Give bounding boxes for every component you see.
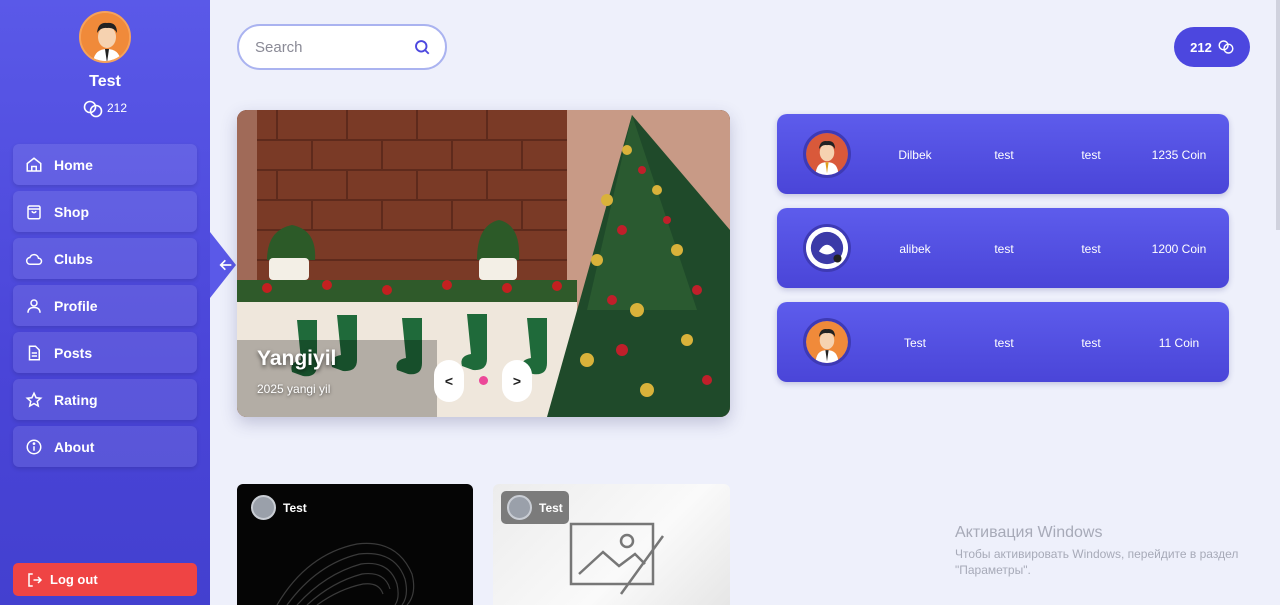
coin-balance-badge[interactable]: 212 [1174,27,1250,67]
coin-balance-value: 212 [1190,39,1212,55]
leaderboard-coins: 1200 Coin [1151,242,1207,256]
sidebar-item-label: Clubs [54,250,93,267]
leaderboard-name: alibek [899,242,931,256]
shopping-bag-icon [25,203,43,221]
cloud-icon [25,250,43,268]
post-author-name: Test [539,500,563,515]
post-author[interactable]: Test [245,491,313,524]
leaderboard-row[interactable]: Test test test 11 Coin [777,302,1229,382]
leaderboard-coins: 1235 Coin [1151,148,1207,162]
sidebar-item-rating[interactable]: Rating [13,379,197,420]
search-bar [237,24,447,70]
sidebar-item-label: Home [54,156,93,173]
search-input[interactable] [255,38,405,56]
sidebar-item-shop[interactable]: Shop [13,191,197,232]
sidebar-item-label: Posts [54,344,93,361]
leaderboard-col2: test [994,148,1014,162]
sidebar-item-profile[interactable]: Profile [13,285,197,326]
leaderboard-row[interactable]: Dilbek test test 1235 Coin [777,114,1229,194]
windows-activation-text: Чтобы активировать Windows, перейдите в … [955,547,1239,577]
avatar [803,224,851,272]
leaderboard-name: Test [903,336,926,350]
sidebar: Test 212 Home Shop Clubs Profile Posts R… [0,0,210,605]
logout-button[interactable]: Log out [13,563,197,596]
document-icon [25,344,43,362]
banner-carousel: Yangiyil 2025 yangi yil < > [237,110,730,417]
leaderboard-col3: test [1081,148,1101,162]
avatar[interactable] [79,11,131,63]
post-card[interactable]: Test [237,484,473,605]
sidebar-item-clubs[interactable]: Clubs [13,238,197,279]
scrollbar[interactable] [1276,0,1280,230]
sidebar-item-posts[interactable]: Posts [13,332,197,373]
user-icon [25,297,43,315]
carousel-next-button[interactable]: > [502,360,532,402]
home-icon [25,156,43,174]
user-coins: 212 [0,100,210,118]
logout-label: Log out [50,572,98,587]
banner-title: Yangiyil [257,347,337,370]
banner-subtitle: 2025 yangi yil [257,382,331,396]
post-author[interactable]: Test [501,491,569,524]
search-icon[interactable] [413,38,431,56]
post-card[interactable]: Test [493,484,730,605]
carousel-indicator[interactable] [479,376,488,385]
leaderboard-col2: test [994,336,1014,350]
post-author-name: Test [283,500,307,515]
leaderboard-coins: 11 Coin [1158,336,1200,350]
star-icon [25,390,43,409]
leaderboard-col3: test [1081,336,1101,350]
arrow-left-icon[interactable] [218,257,234,273]
coins-icon [83,100,103,118]
avatar [251,495,276,520]
leaderboard-row[interactable]: alibek test test 1200 Coin [777,208,1229,288]
leaderboard-col3: test [1081,242,1101,256]
coins-icon [1218,40,1234,54]
leaderboard-col2: test [994,242,1014,256]
carousel-prev-button[interactable]: < [434,360,464,402]
avatar [507,495,532,520]
sidebar-item-about[interactable]: About [13,426,197,467]
sidebar-nav: Home Shop Clubs Profile Posts Rating Abo… [13,144,197,473]
logout-icon [26,571,44,589]
windows-activation-title: Активация Windows [955,524,1103,541]
leaderboard-name: Dilbek [898,148,932,162]
info-icon [25,438,43,456]
sidebar-item-label: Shop [54,203,89,220]
sidebar-item-home[interactable]: Home [13,144,197,185]
user-name: Test [89,73,121,90]
avatar [803,130,851,178]
avatar [803,318,851,366]
sidebar-item-label: Profile [54,297,98,314]
sidebar-item-label: About [54,438,95,455]
sidebar-item-label: Rating [54,391,98,408]
user-coin-count: 212 [106,101,128,116]
